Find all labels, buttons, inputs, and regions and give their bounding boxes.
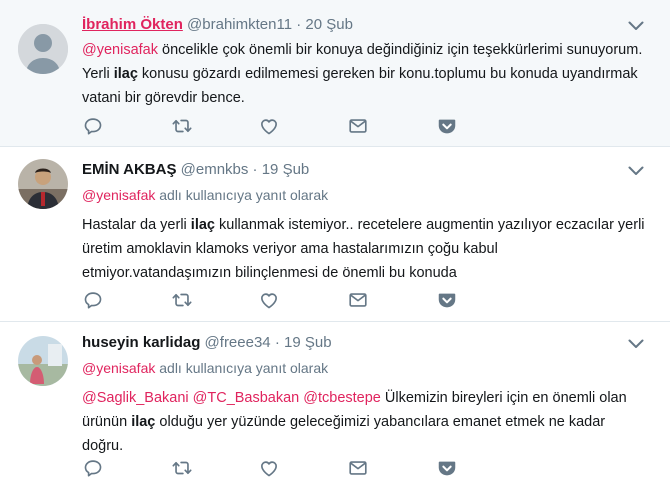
user-handle[interactable]: @freee34	[205, 334, 271, 351]
avatar-photo[interactable]	[18, 159, 68, 209]
retweet-icon[interactable]	[171, 115, 193, 137]
retweet-icon[interactable]	[171, 457, 193, 479]
tweet-date[interactable]: 19 Şub	[284, 334, 332, 351]
reply-icon[interactable]	[82, 457, 104, 479]
mention-links[interactable]: @Saglik_Bakani @TC_Basbakan @tcbestepe	[82, 390, 381, 406]
tweet-actions	[82, 289, 462, 311]
avatar-default[interactable]	[18, 24, 68, 74]
display-name[interactable]: İbrahim Ökten	[82, 16, 183, 33]
text-segment: olduğu yer yüzünde geleceğimizi yabancıl…	[82, 414, 606, 454]
reply-context: @yenisafak adlı kullanıcıya yanıt olarak	[82, 358, 650, 378]
like-icon[interactable]	[258, 457, 280, 479]
reply-context: @yenisafak adlı kullanıcıya yanıt olarak	[82, 185, 650, 205]
text-segment: konusu gözardı edilmemesi gereken bir ko…	[82, 66, 638, 106]
tweet-date[interactable]: 20 Şub	[305, 16, 353, 33]
separator-dot: ·	[274, 334, 280, 351]
tweet-text: @Saglik_Bakani @TC_Basbakan @tcbestepe Ü…	[82, 386, 650, 458]
separator-dot: ·	[296, 16, 302, 33]
tweet-card[interactable]: İbrahim Ökten @brahimkten11 · 20 Şub @ye…	[0, 0, 670, 147]
tweet-card[interactable]: huseyin karlidag @freee34 · 19 Şub @yeni…	[0, 322, 670, 489]
reply-context-text: adlı kullanıcıya yanıt olarak	[155, 187, 329, 203]
tweet-card[interactable]: EMİN AKBAŞ @emnkbs · 19 Şub @yenisafak a…	[0, 147, 670, 322]
highlighted-keyword: ilaç	[113, 66, 138, 82]
user-photo-icon	[18, 336, 68, 386]
tweet-actions	[82, 457, 462, 479]
tweet-actions	[82, 115, 462, 137]
text-segment: Hastalar da yerli	[82, 217, 191, 233]
chevron-down-icon[interactable]	[628, 163, 644, 173]
display-name[interactable]: EMİN AKBAŞ	[82, 161, 176, 178]
user-handle[interactable]: @brahimkten11	[187, 16, 292, 33]
user-photo-icon	[18, 159, 68, 209]
pocket-icon[interactable]	[436, 289, 458, 311]
reply-context-text: adlı kullanıcıya yanıt olarak	[155, 360, 329, 376]
pocket-icon[interactable]	[436, 457, 458, 479]
tweet-text: Hastalar da yerli ilaç kullanmak istemiy…	[82, 213, 650, 285]
chevron-down-icon[interactable]	[628, 18, 644, 28]
chevron-down-icon[interactable]	[628, 336, 644, 346]
highlighted-keyword: ilaç	[131, 414, 156, 430]
reply-icon[interactable]	[82, 115, 104, 137]
highlighted-keyword: ilaç	[190, 217, 215, 233]
retweet-icon[interactable]	[171, 289, 193, 311]
default-avatar-icon	[18, 24, 68, 74]
message-icon[interactable]	[347, 289, 369, 311]
mention-link[interactable]: @yenisafak	[82, 360, 155, 376]
tweet-text: @yenisafak öncelikle çok önemli bir konu…	[82, 38, 650, 110]
mention-link[interactable]: @yenisafak	[82, 187, 155, 203]
pocket-icon[interactable]	[436, 115, 458, 137]
user-handle[interactable]: @emnkbs	[181, 161, 249, 178]
separator-dot: ·	[252, 161, 258, 178]
tweet-date[interactable]: 19 Şub	[262, 161, 310, 178]
like-icon[interactable]	[258, 115, 280, 137]
tweet-header: EMİN AKBAŞ @emnkbs · 19 Şub	[82, 159, 650, 181]
like-icon[interactable]	[258, 289, 280, 311]
display-name[interactable]: huseyin karlidag	[82, 334, 200, 351]
avatar-photo[interactable]	[18, 336, 68, 386]
mention-link[interactable]: @yenisafak	[82, 42, 158, 58]
tweet-header: huseyin karlidag @freee34 · 19 Şub	[82, 332, 650, 354]
tweet-header: İbrahim Ökten @brahimkten11 · 20 Şub	[82, 14, 650, 36]
reply-icon[interactable]	[82, 289, 104, 311]
message-icon[interactable]	[347, 115, 369, 137]
message-icon[interactable]	[347, 457, 369, 479]
